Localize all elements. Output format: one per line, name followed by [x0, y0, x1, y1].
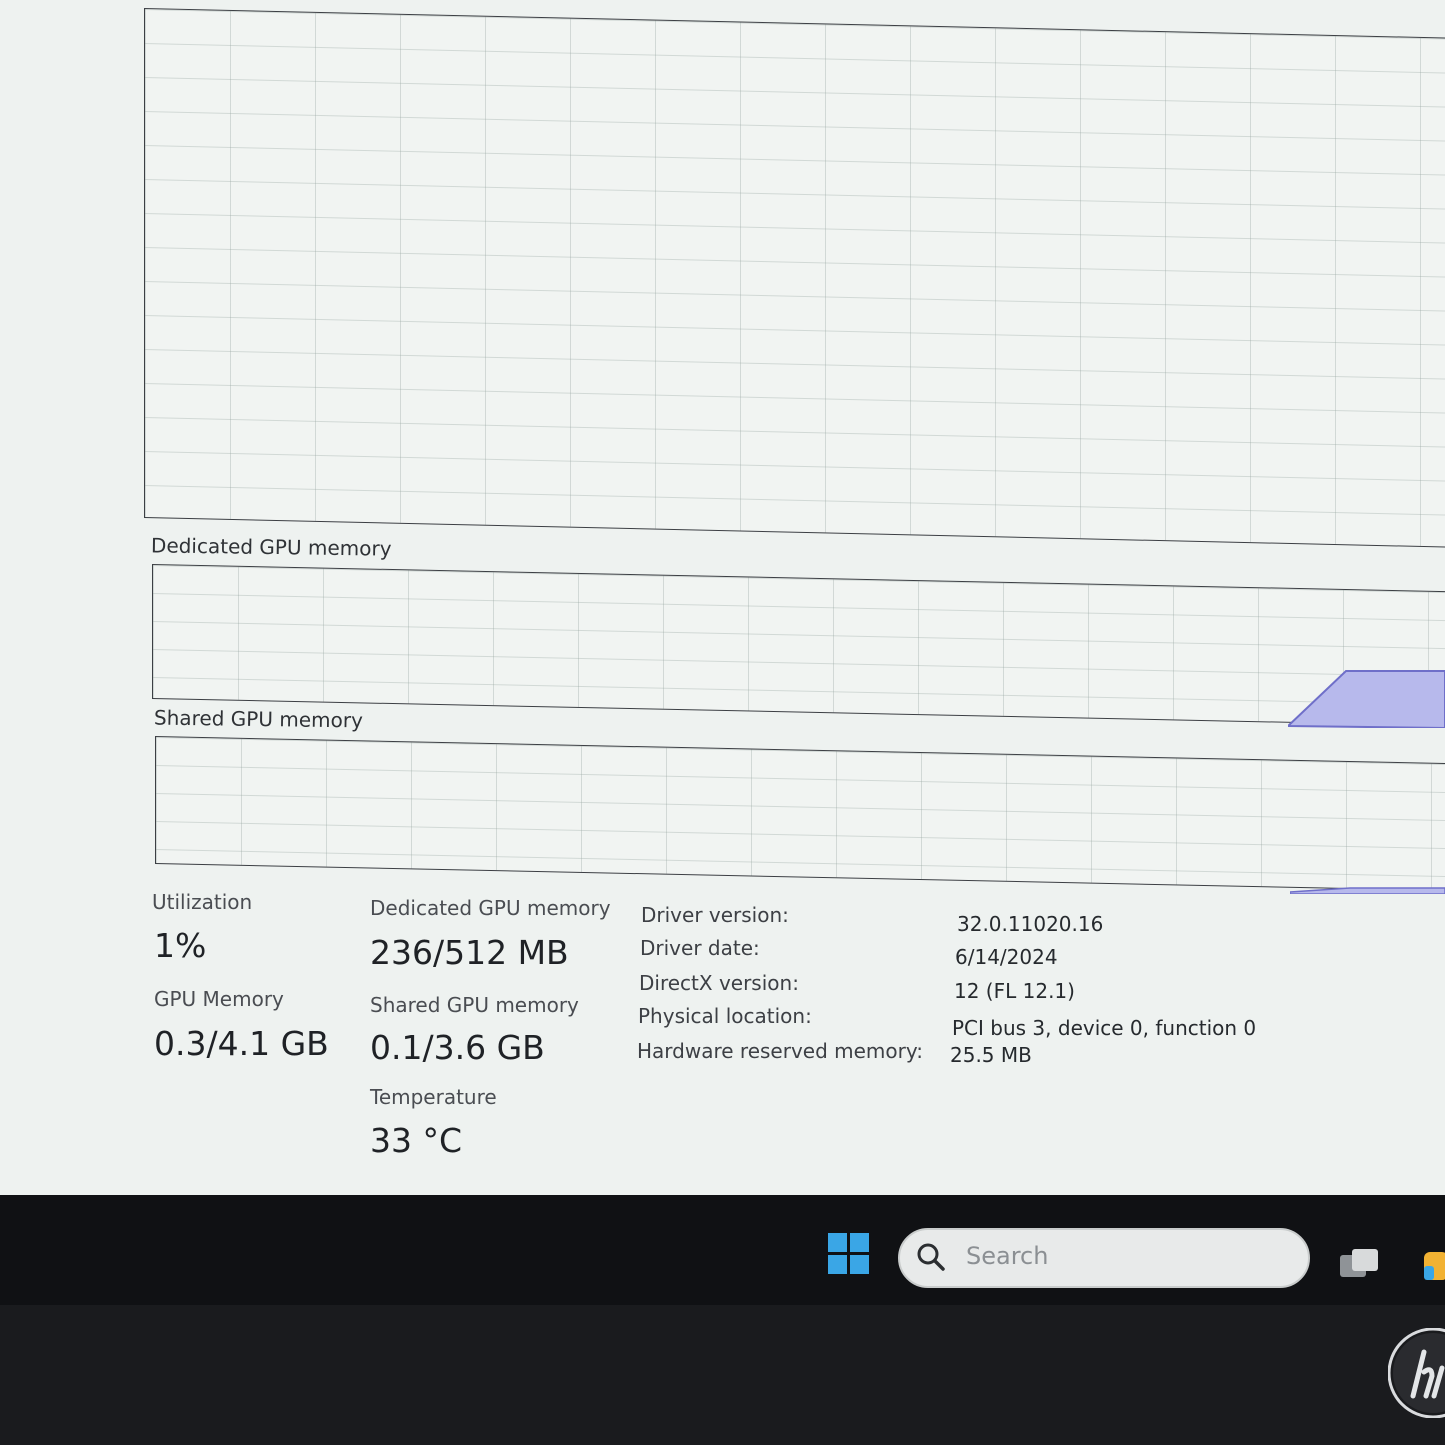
- search-icon: [917, 1243, 945, 1271]
- search-placeholder[interactable]: Search: [966, 1242, 1048, 1270]
- shared-gpu-memory-value: 0.1/3.6 GB: [370, 1028, 545, 1067]
- driver-date-value: 6/14/2024: [955, 945, 1058, 969]
- shared-gpu-memory-graph-label: Shared GPU memory: [153, 705, 364, 733]
- hardware-reserved-memory-value: 25.5 MB: [950, 1043, 1032, 1067]
- shared-gpu-memory-graph: [155, 736, 1445, 892]
- temperature-label: Temperature: [370, 1085, 497, 1109]
- hp-logo-icon: [1388, 1328, 1445, 1418]
- driver-version-key: Driver version:: [641, 903, 789, 927]
- dedicated-gpu-memory-graph: [152, 564, 1445, 727]
- dedicated-gpu-memory-value: 236/512 MB: [370, 933, 569, 972]
- task-manager-gpu-panel: Dedicated GPU memory Shared GPU memory U…: [0, 0, 1445, 1195]
- shared-memory-fill: [1290, 887, 1445, 894]
- directx-version-key: DirectX version:: [639, 971, 799, 995]
- physical-location-value: PCI bus 3, device 0, function 0: [952, 1016, 1257, 1040]
- widgets-icon[interactable]: [1420, 1250, 1445, 1286]
- gpu-utilization-graph: [144, 8, 1445, 549]
- driver-version-value: 32.0.11020.16: [957, 912, 1104, 936]
- task-view-icon[interactable]: [1338, 1245, 1384, 1281]
- gpu-memory-label: GPU Memory: [154, 987, 284, 1011]
- dedicated-gpu-memory-graph-label: Dedicated GPU memory: [150, 533, 392, 561]
- driver-date-key: Driver date:: [640, 936, 760, 960]
- hardware-reserved-memory-key: Hardware reserved memory:: [637, 1039, 923, 1063]
- windows-start-icon[interactable]: [828, 1233, 870, 1275]
- shared-gpu-memory-label: Shared GPU memory: [370, 993, 579, 1017]
- utilization-value: 1%: [154, 926, 207, 965]
- temperature-value: 33 °C: [370, 1121, 463, 1160]
- utilization-label: Utilization: [152, 890, 253, 914]
- taskbar-search-box[interactable]: [898, 1228, 1310, 1288]
- laptop-bezel: [0, 1305, 1445, 1445]
- gpu-memory-value: 0.3/4.1 GB: [154, 1024, 329, 1063]
- physical-location-key: Physical location:: [638, 1004, 812, 1028]
- directx-version-value: 12 (FL 12.1): [954, 979, 1075, 1003]
- dedicated-memory-fill: [1288, 670, 1445, 728]
- dedicated-gpu-memory-label: Dedicated GPU memory: [370, 896, 611, 920]
